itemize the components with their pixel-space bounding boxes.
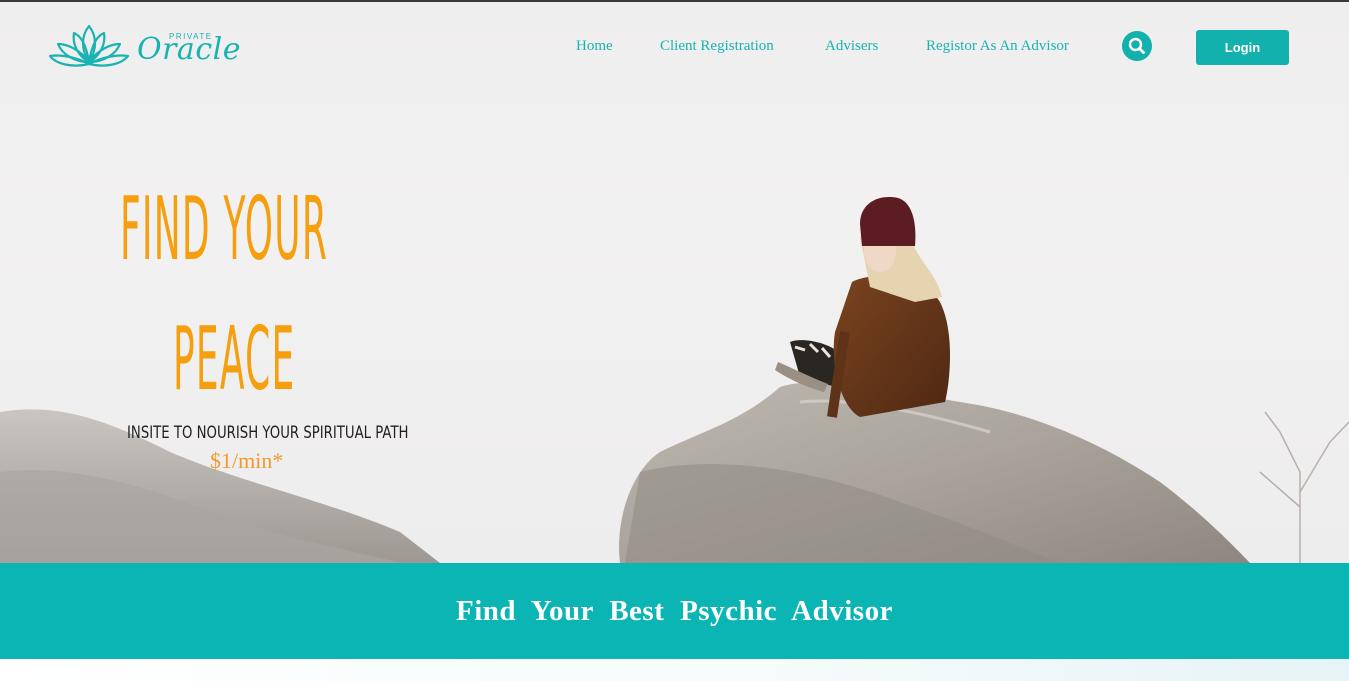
search-button[interactable] bbox=[1122, 31, 1152, 61]
hero-price: $1/min* bbox=[210, 448, 284, 473]
hero-headline-line1: FIND YOUR bbox=[120, 178, 329, 280]
nav-advisers[interactable]: Advisers bbox=[825, 38, 878, 58]
banner-title: Find Your Best Psychic Advisor bbox=[456, 594, 893, 627]
login-button[interactable]: Login bbox=[1196, 30, 1289, 65]
nav-client-registration[interactable]: Client Registration bbox=[660, 38, 774, 58]
advisor-banner: Find Your Best Psychic Advisor bbox=[0, 563, 1349, 659]
hero-headline-line2: PEACE bbox=[173, 308, 296, 410]
search-icon bbox=[1128, 37, 1145, 54]
nav-registor-as-advisor[interactable]: Registor As An Advisor bbox=[926, 38, 1069, 58]
lotus-icon bbox=[48, 24, 130, 67]
logo-wordmark: Oracle bbox=[137, 32, 241, 67]
hero-subtitle: INSITE TO NOURISH YOUR SPIRITUAL PATH bbox=[127, 423, 409, 443]
nav-home[interactable]: Home bbox=[576, 38, 613, 58]
below-fold-section bbox=[0, 659, 1349, 681]
hero-section: PRIVATE Oracle Home Client Registration … bbox=[0, 2, 1349, 563]
hero-background-image bbox=[0, 197, 1349, 563]
